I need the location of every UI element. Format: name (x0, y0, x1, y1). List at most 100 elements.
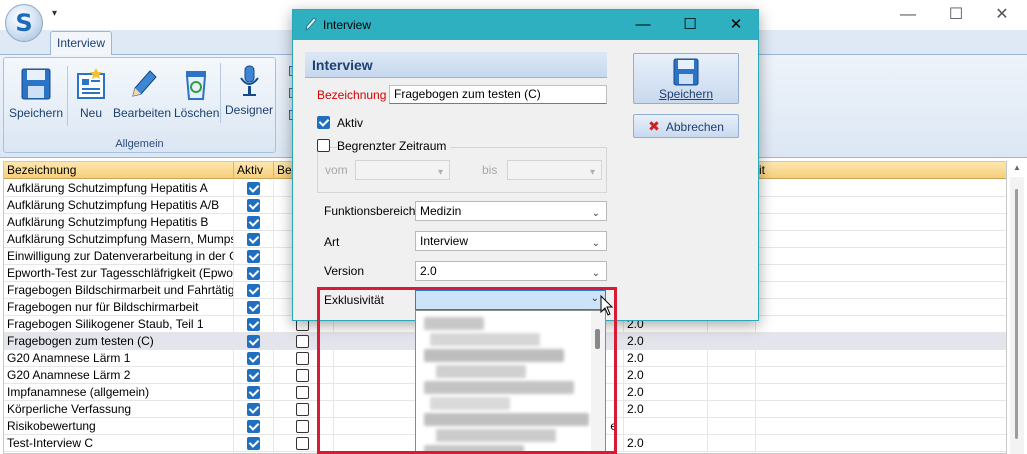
cell (708, 401, 756, 418)
new-form-icon (77, 68, 105, 99)
ribbon-edit-button[interactable]: Bearbeiten (112, 66, 172, 128)
cell-bezeichnung: Aufklärung Schutzimpfung Hepatitis A (4, 180, 234, 197)
dialog-section-header: Interview (305, 52, 607, 78)
cell-aktiv (234, 282, 274, 299)
dialog-close-button[interactable]: ✕ (722, 15, 750, 35)
cancel-button[interactable]: ✖ Abbrechen (633, 114, 739, 138)
cell-version: 2.0 (624, 384, 708, 401)
cell-aktiv (234, 418, 274, 435)
cell-bezeichnung: Körperliche Verfassung (4, 401, 234, 418)
aktiv-checkbox[interactable] (247, 233, 260, 246)
begrenzt-checkbox[interactable] (296, 335, 309, 348)
cell (708, 333, 756, 350)
aktiv-label: Aktiv (337, 116, 364, 130)
microphone-icon (240, 65, 259, 96)
begrenzt-checkbox[interactable] (296, 369, 309, 382)
aktiv-checkbox[interactable] (247, 182, 260, 195)
cell-bezeichnung: Aufklärung Schutzimpfung Hepatitis B (4, 214, 234, 231)
begrenzt-checkbox[interactable] (296, 437, 309, 450)
version-select[interactable]: 2.0 ⌄ (415, 261, 607, 281)
cell-bezeichnung: G20 Anamnese Lärm 1 (4, 350, 234, 367)
ribbon-new-button[interactable]: Neu (72, 66, 110, 128)
aktiv-checkbox[interactable] (247, 386, 260, 399)
begrenzter-zeitraum-checkbox[interactable] (317, 139, 330, 152)
minimize-button[interactable]: — (896, 4, 920, 26)
cell (708, 418, 756, 435)
aktiv-checkbox[interactable] (247, 250, 260, 263)
bis-date-picker[interactable]: ▾ (507, 160, 602, 180)
cell-bezeichnung: Test-Interview C (4, 435, 234, 452)
bezeichnung-input[interactable]: Fragebogen zum testen (C) (389, 85, 607, 104)
column-header[interactable]: it (756, 162, 1006, 179)
save-button[interactable]: Speichern (633, 53, 739, 104)
aktiv-checkbox[interactable] (247, 301, 260, 314)
aktiv-checkbox[interactable] (247, 403, 260, 416)
cell-bezeichnung: Fragebogen nur für Bildschirmarbeit (4, 299, 234, 316)
cell-aktiv (234, 231, 274, 248)
cell-bezeichnung: Epworth-Test zur Tagesschläfrigkeit (Epw… (4, 265, 234, 282)
cell-bezeichnung: Risikobewertung (4, 418, 234, 435)
begrenzt-checkbox[interactable] (296, 386, 309, 399)
cell-aktiv (234, 350, 274, 367)
begrenzt-checkbox[interactable] (296, 420, 309, 433)
dialog-maximize-button[interactable]: ☐ (676, 15, 704, 35)
ribbon-save-button[interactable]: Speichern (8, 66, 64, 128)
cell-bezeichnung: G20 Anamnese Lärm 2 (4, 367, 234, 384)
cell-aktiv (234, 333, 274, 350)
art-select[interactable]: Interview ⌄ (415, 231, 607, 251)
art-label: Art (324, 235, 340, 249)
ribbon-separator (220, 63, 221, 123)
cell-bezeichnung: Impfanamnese (allgemein) (4, 384, 234, 401)
aktiv-checkbox[interactable] (247, 267, 260, 280)
vom-date-picker[interactable]: ▾ (355, 160, 450, 180)
maximize-button[interactable]: ☐ (944, 4, 968, 26)
cell-bezeichnung: Fragebogen Silikogener Staub, Teil 1 (4, 316, 234, 333)
ribbon-delete-button[interactable]: Löschen (174, 66, 219, 128)
cell-version: 2.0 (624, 350, 708, 367)
column-header-bezeichnung[interactable]: Bezeichnung (4, 162, 234, 179)
mouse-cursor-icon (600, 295, 614, 316)
cell-bezeichnung: Aufklärung Schutzimpfung Masern, Mumps, … (4, 231, 234, 248)
aktiv-checkbox[interactable] (247, 369, 260, 382)
ribbon-designer-button[interactable]: Designer (224, 63, 274, 125)
funktionsbereich-label: Funktionsbereich (324, 204, 416, 218)
aktiv-checkbox[interactable] (317, 116, 330, 129)
version-label: Version (324, 264, 365, 278)
begrenzt-checkbox[interactable] (296, 352, 309, 365)
grid-scroll-thumb[interactable] (1015, 189, 1018, 439)
cancel-x-icon: ✖ (648, 118, 660, 134)
aktiv-checkbox[interactable] (247, 352, 260, 365)
app-logo[interactable]: S (5, 4, 43, 42)
interview-dialog: Interview — ☐ ✕ Interview Bezeichnung Fr… (292, 9, 759, 321)
aktiv-checkbox[interactable] (247, 437, 260, 450)
grid-scrollbar[interactable] (1010, 177, 1024, 454)
exklusivitaet-highlight-frame (317, 287, 617, 454)
quick-access-dropdown[interactable]: ▾ (52, 8, 57, 19)
cell-version: 2.0 (624, 401, 708, 418)
cell-aktiv (234, 401, 274, 418)
funktionsbereich-select[interactable]: Medizin ⌄ (415, 201, 607, 221)
cell-aktiv (234, 384, 274, 401)
close-button[interactable]: ✕ (990, 4, 1014, 26)
vom-label: vom (325, 163, 348, 177)
grid-scroll-up-button[interactable]: ▲ (1010, 163, 1024, 175)
aktiv-checkbox[interactable] (247, 284, 260, 297)
begrenzt-checkbox[interactable] (296, 403, 309, 416)
ribbon-group-label: Allgemein (115, 138, 164, 150)
aktiv-checkbox[interactable] (247, 216, 260, 229)
cell-aktiv (234, 214, 274, 231)
column-header-aktiv[interactable]: Aktiv (234, 162, 274, 179)
aktiv-checkbox[interactable] (247, 420, 260, 433)
cell-aktiv (234, 435, 274, 452)
aktiv-checkbox[interactable] (247, 318, 260, 331)
tab-interview[interactable]: Interview (50, 31, 112, 56)
dialog-minimize-button[interactable]: — (629, 15, 657, 35)
chevron-down-icon: ⌄ (591, 268, 600, 279)
cell-bezeichnung: Fragebogen Bildschirmarbeit und Fahrtäti… (4, 282, 234, 299)
cell-aktiv (234, 248, 274, 265)
cell (708, 350, 756, 367)
cell (708, 435, 756, 452)
aktiv-checkbox[interactable] (247, 335, 260, 348)
pencil-icon (132, 70, 157, 97)
aktiv-checkbox[interactable] (247, 199, 260, 212)
